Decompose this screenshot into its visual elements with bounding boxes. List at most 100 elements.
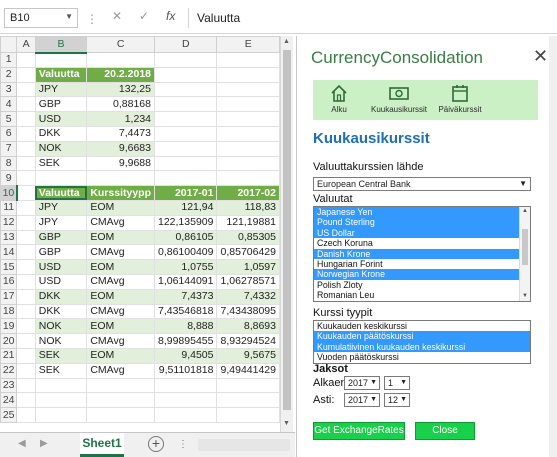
cell[interactable]: 2017-01 bbox=[153, 185, 218, 201]
cell[interactable] bbox=[16, 96, 36, 113]
row-header[interactable]: 7 bbox=[0, 140, 18, 157]
cell[interactable] bbox=[34, 392, 88, 409]
vertical-scrollbar[interactable]: ▲ ▼ bbox=[280, 36, 293, 432]
cell[interactable] bbox=[34, 377, 88, 394]
cell[interactable] bbox=[153, 407, 218, 423]
rate-type-option[interactable]: Kuukauden päätöskurssi bbox=[314, 331, 530, 342]
row-header[interactable]: 4 bbox=[0, 96, 18, 113]
cell[interactable] bbox=[216, 96, 280, 113]
cell[interactable] bbox=[16, 140, 36, 157]
row-header[interactable]: 2 bbox=[0, 66, 18, 83]
currency-option[interactable]: Polish Zloty bbox=[314, 280, 519, 290]
currency-option[interactable]: Pound Sterling bbox=[314, 217, 519, 228]
cell[interactable] bbox=[16, 333, 36, 349]
row-header[interactable]: 21 bbox=[0, 347, 18, 364]
ribbon-button-paivakurssit[interactable]: Päiväkurssit bbox=[435, 82, 485, 114]
cell[interactable] bbox=[216, 407, 280, 423]
scrollbar-thumb[interactable] bbox=[283, 50, 291, 410]
from-year-select[interactable]: 2017 ▼ bbox=[344, 376, 380, 390]
row-header[interactable]: 15 bbox=[0, 259, 18, 275]
cell[interactable]: 9,49441429 bbox=[216, 362, 280, 379]
row-header[interactable]: 13 bbox=[0, 229, 18, 246]
column-header[interactable]: E bbox=[216, 36, 280, 53]
tab-next-icon[interactable]: ▶ bbox=[40, 438, 48, 449]
cell[interactable] bbox=[16, 392, 36, 409]
cell[interactable]: SEK bbox=[34, 155, 88, 172]
cell[interactable]: NOK bbox=[34, 140, 88, 157]
cell[interactable]: DKK bbox=[34, 288, 88, 305]
cell[interactable] bbox=[216, 377, 280, 394]
rate-type-option[interactable]: Kuukauden keskikurssi bbox=[314, 321, 530, 331]
chevron-down-icon[interactable]: ▼ bbox=[65, 12, 73, 21]
cell[interactable] bbox=[16, 199, 36, 216]
currency-option[interactable]: US Dollar bbox=[314, 227, 519, 239]
cell-table[interactable]: ABCDE 1 2 Valuutta 20.2.2018 3 JPY 132,25 4 GBP 0… bbox=[0, 36, 280, 423]
cell[interactable] bbox=[216, 81, 280, 98]
column-header[interactable]: B bbox=[34, 36, 88, 54]
cell[interactable]: SEK bbox=[34, 347, 88, 364]
cell[interactable] bbox=[34, 170, 88, 187]
cell[interactable] bbox=[153, 155, 218, 172]
add-sheet-button[interactable]: + bbox=[148, 436, 164, 452]
cell[interactable] bbox=[216, 392, 280, 409]
cell[interactable]: GBP bbox=[34, 96, 88, 113]
cell[interactable] bbox=[16, 81, 36, 98]
row-header[interactable]: 16 bbox=[0, 273, 18, 290]
cell[interactable]: EOM bbox=[86, 229, 155, 246]
get-exchange-rates-button[interactable]: Get ExchangeRates bbox=[313, 422, 405, 440]
cell[interactable]: EOM bbox=[86, 199, 155, 216]
column-header[interactable]: C bbox=[86, 36, 155, 53]
cell[interactable] bbox=[153, 377, 218, 394]
cell[interactable]: 0,85305 bbox=[216, 229, 280, 246]
cell[interactable] bbox=[16, 362, 36, 379]
row-header[interactable]: 20 bbox=[0, 333, 18, 349]
cell[interactable]: 7,43438095 bbox=[216, 303, 280, 320]
cell[interactable]: 8,888 bbox=[153, 318, 218, 335]
cell[interactable]: 1,06278571 bbox=[216, 273, 280, 290]
cell[interactable] bbox=[153, 140, 218, 157]
pane-scrollbar[interactable] bbox=[549, 36, 557, 457]
cell[interactable]: 1,234 bbox=[86, 111, 155, 127]
to-year-select[interactable]: 2017 ▼ bbox=[344, 393, 380, 407]
cell[interactable]: DKK bbox=[34, 125, 88, 142]
cell[interactable] bbox=[34, 52, 88, 68]
cell[interactable] bbox=[216, 66, 280, 83]
cell[interactable]: NOK bbox=[34, 333, 88, 349]
cell[interactable]: 0,85706429 bbox=[216, 244, 280, 261]
listbox-scrollbar[interactable]: ▲ ▼ bbox=[519, 207, 530, 301]
cell[interactable] bbox=[16, 273, 36, 290]
cell[interactable]: 9,6683 bbox=[86, 140, 155, 157]
cell[interactable] bbox=[16, 66, 36, 83]
row-header[interactable]: 6 bbox=[0, 125, 18, 142]
horizontal-scrollbar[interactable] bbox=[198, 439, 290, 451]
cell[interactable] bbox=[16, 185, 36, 201]
cell[interactable] bbox=[16, 214, 36, 231]
cell[interactable]: 1,0755 bbox=[153, 259, 218, 275]
cell[interactable] bbox=[16, 111, 36, 127]
cell[interactable] bbox=[16, 318, 36, 335]
row-header[interactable]: 14 bbox=[0, 244, 18, 261]
cancel-icon[interactable]: ✕ bbox=[112, 9, 122, 23]
row-header[interactable]: 25 bbox=[0, 407, 18, 423]
cell[interactable]: 8,99895455 bbox=[153, 333, 218, 349]
ribbon-button-kuukausikurssit[interactable]: Kuukausikurssit bbox=[368, 82, 430, 114]
row-header[interactable]: 11 bbox=[0, 199, 18, 216]
cell[interactable]: JPY bbox=[34, 81, 88, 98]
cell[interactable]: 7,4373 bbox=[153, 288, 218, 305]
cell[interactable] bbox=[16, 407, 36, 423]
cell[interactable] bbox=[16, 347, 36, 364]
rate-type-option[interactable]: Kumulatiivinen kuukauden keskikurssi bbox=[314, 341, 530, 353]
scroll-down-icon[interactable]: ▼ bbox=[522, 293, 528, 299]
row-header[interactable]: 5 bbox=[0, 111, 18, 127]
more-icon[interactable]: ⋮ bbox=[178, 439, 189, 450]
close-button[interactable]: Close bbox=[415, 422, 475, 440]
select-all-corner[interactable] bbox=[0, 36, 18, 53]
insert-function-icon[interactable]: fx bbox=[166, 9, 175, 23]
cell[interactable]: 9,51101818 bbox=[153, 362, 218, 379]
row-header[interactable]: 22 bbox=[0, 362, 18, 379]
close-icon[interactable]: ✕ bbox=[533, 46, 548, 67]
cell[interactable]: 8,93294524 bbox=[216, 333, 280, 349]
cell[interactable]: 9,9688 bbox=[86, 155, 155, 172]
cell[interactable]: 7,43546818 bbox=[153, 303, 218, 320]
row-header[interactable]: 1 bbox=[0, 52, 18, 68]
